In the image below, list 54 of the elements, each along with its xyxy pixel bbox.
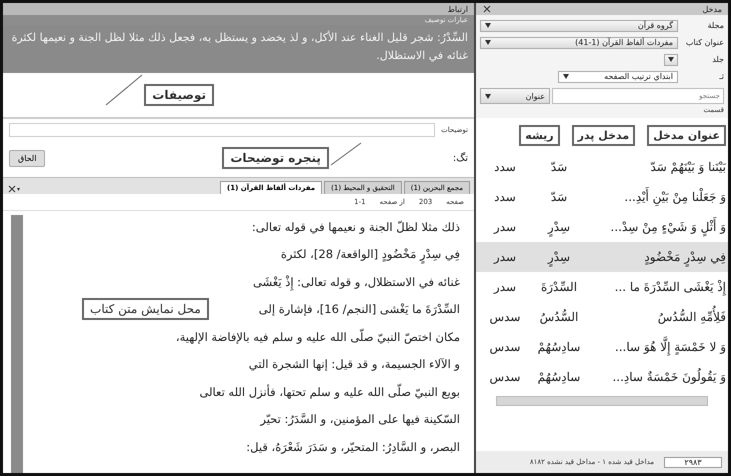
book-text-line: و الآلاء الجسيمة، و قد قيل: إنها الشجرة التي [248,357,460,372]
dropdown[interactable]: عنوان [480,88,550,104]
window-title: ارتباط [447,4,468,14]
description-text: السِّدْرُ: شجر قليل الغناء عند الأكل، و لذ يخضد و يستظل به، فجعل ذلك مثلا لظل الجنة و نعيمها لكثرة غنائه في الاستظلال. [10,30,468,64]
table-row[interactable]: فِي سِدْرٍ مَخْضُودٍ سِدْرٍ سدر [476,242,728,272]
table-cell-text: إِذْ يَغْشَى السِّدْرَةَ ما ... [614,279,727,298]
book-text-line: السِّدْرَةَ ما يَغْشى [النجم/ 16]، فإشارة إلى [258,302,460,316]
table-cell-text: سدس [488,339,522,356]
book-text-line: فِي سِدْرٍ مَخْضُودٍ [الواقعة/ 28]، لكثرة [280,247,460,262]
book-text-line: غنائه في الاستظلال، و قوله تعالى: إِذْ يَغْشَى [252,274,460,289]
column-header: عنوان مدخل [647,124,726,146]
table-cell: سِدْرٍ [528,214,590,240]
field-label: ثـ [718,72,724,81]
dropdown[interactable]: مفردات ألفاظ القرآن (1-41) [480,36,678,48]
callout-label: پنجره توضیحات [222,147,329,169]
table-cell-text: سدر [492,219,518,236]
table-cell: فِي سِدْرٍ مَخْضُودٍ [590,244,728,270]
table-cell-text: سدس [488,309,522,326]
table-cell: فَلِأُمِّهِ السُّدُسُ [590,304,728,330]
table-cell-text: سادِسُهُمْ [536,369,582,386]
table-cell-text: سَدّ [550,159,568,176]
column-header: مدخل پدر [572,124,636,146]
table-cell-text: سدد [493,189,517,206]
table-cell-text: السِّدْرَةَ [540,279,578,296]
table-cell-text: وَ يَقُولُونَ خَمْسَةٌ سادِ... [611,367,727,386]
table-cell-text: سَدّ [550,189,568,206]
field-label: مجلة [706,21,724,30]
table-cell-text: السُّدُسُ [538,308,580,326]
attach-button[interactable]: الحاق [9,150,46,166]
callout-label: توصيفات [144,84,214,106]
callout-label: محل نمایش متن کتاب [82,298,209,320]
column-header: ريشه [519,124,560,146]
book-text-line: مكان اختصّ النبيّ صلّى الله عليه و سلم فيه بالإفاضة الإلهية، [176,330,460,344]
field-label: عنوان کتاب [684,38,724,47]
field-label: تگ: [452,152,468,164]
table-cell: وَ جَعَلْنا مِنْ بَيْنِ أَيْدِ... [590,184,728,210]
table-cell: وَ لا خَمْسَةٍ إِلَّا هُوَ سا... [590,334,728,360]
count-field: ٢٩٨٣ [664,456,722,468]
table-cell-text: سدر [492,279,518,296]
book-text-line: البصر، و السَّادِرُ: المتحيّر، و سَدَرَ شَعْرَهُ، قيل: [246,440,460,454]
table-cell: سِدْرٍ [528,244,590,270]
table-cell-text: سدد [493,159,517,176]
table-cell-text: سدس [488,369,522,386]
dropdown[interactable]: گروه قرآن [480,20,678,32]
table-cell: وَ أَثْلٍ وَ شَيْءٍ مِنْ سِدْ... [590,214,728,240]
table-cell-text: سدر [492,249,518,266]
book-text-line: السّكينة فيها على المؤمنين، و السَّدَرُ: تحيّر [260,412,460,426]
dropdown[interactable]: ابتداي ترتيب الصفحه [558,70,678,82]
book-text-line: ذلك مثلا لظلّ الجنة و نعيمها في قوله تعالى: [252,220,460,234]
book-text-line: بويع النبيّ صلّى الله عليه و سلم تحتها، فأنزل الله تعالى [199,384,460,399]
window-title: مدخل [702,4,722,14]
field-label: جلد [711,55,724,64]
table-cell-text: سادِسُهُمْ [536,339,582,356]
table-cell-text: بَيْنَنا وَ بَيْنَهُمْ سَدّ [649,159,728,176]
